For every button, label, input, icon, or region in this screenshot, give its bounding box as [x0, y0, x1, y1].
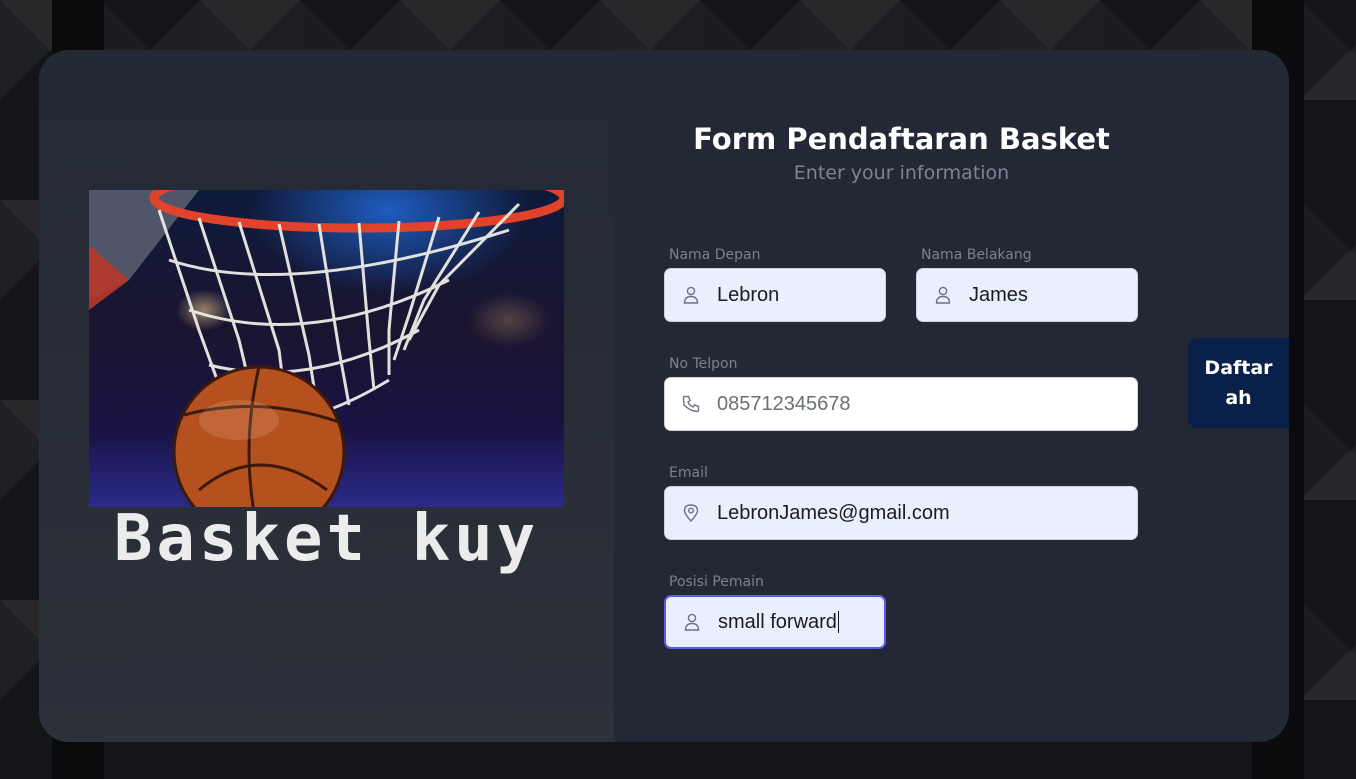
- location-pin-icon: [681, 503, 701, 523]
- brand-panel: Basket kuy: [39, 50, 614, 742]
- first-name-label: Nama Depan: [669, 247, 761, 263]
- position-value: small forward: [718, 610, 837, 633]
- email-label: Email: [669, 465, 708, 481]
- user-icon: [681, 285, 701, 305]
- last-name-value: James: [969, 283, 1028, 306]
- user-icon: [933, 285, 953, 305]
- text-caret: [837, 611, 840, 633]
- email-field[interactable]: LebronJames@gmail.com: [664, 486, 1138, 540]
- registration-card: Basket kuy Form Pendaftaran Basket Enter…: [39, 50, 1289, 742]
- page-title: Form Pendaftaran Basket: [693, 122, 1110, 156]
- position-label: Posisi Pemain: [669, 574, 764, 590]
- position-field[interactable]: small forward: [664, 595, 886, 649]
- phone-value: 085712345678: [717, 392, 851, 415]
- phone-field[interactable]: 085712345678: [664, 377, 1138, 431]
- phone-label: No Telpon: [669, 356, 738, 372]
- phone-icon: [681, 394, 701, 414]
- user-icon: [682, 612, 702, 632]
- last-name-field[interactable]: James: [916, 268, 1138, 322]
- last-name-label: Nama Belakang: [921, 247, 1032, 263]
- first-name-field[interactable]: Lebron: [664, 268, 886, 322]
- email-value: LebronJames@gmail.com: [717, 501, 950, 524]
- brand-logo: Basket kuy: [113, 502, 540, 576]
- first-name-value: Lebron: [717, 283, 780, 306]
- basketball-hoop-image: [89, 190, 564, 507]
- page-subtitle: Enter your information: [793, 162, 1010, 184]
- submit-button[interactable]: Daftar ah: [1188, 338, 1289, 428]
